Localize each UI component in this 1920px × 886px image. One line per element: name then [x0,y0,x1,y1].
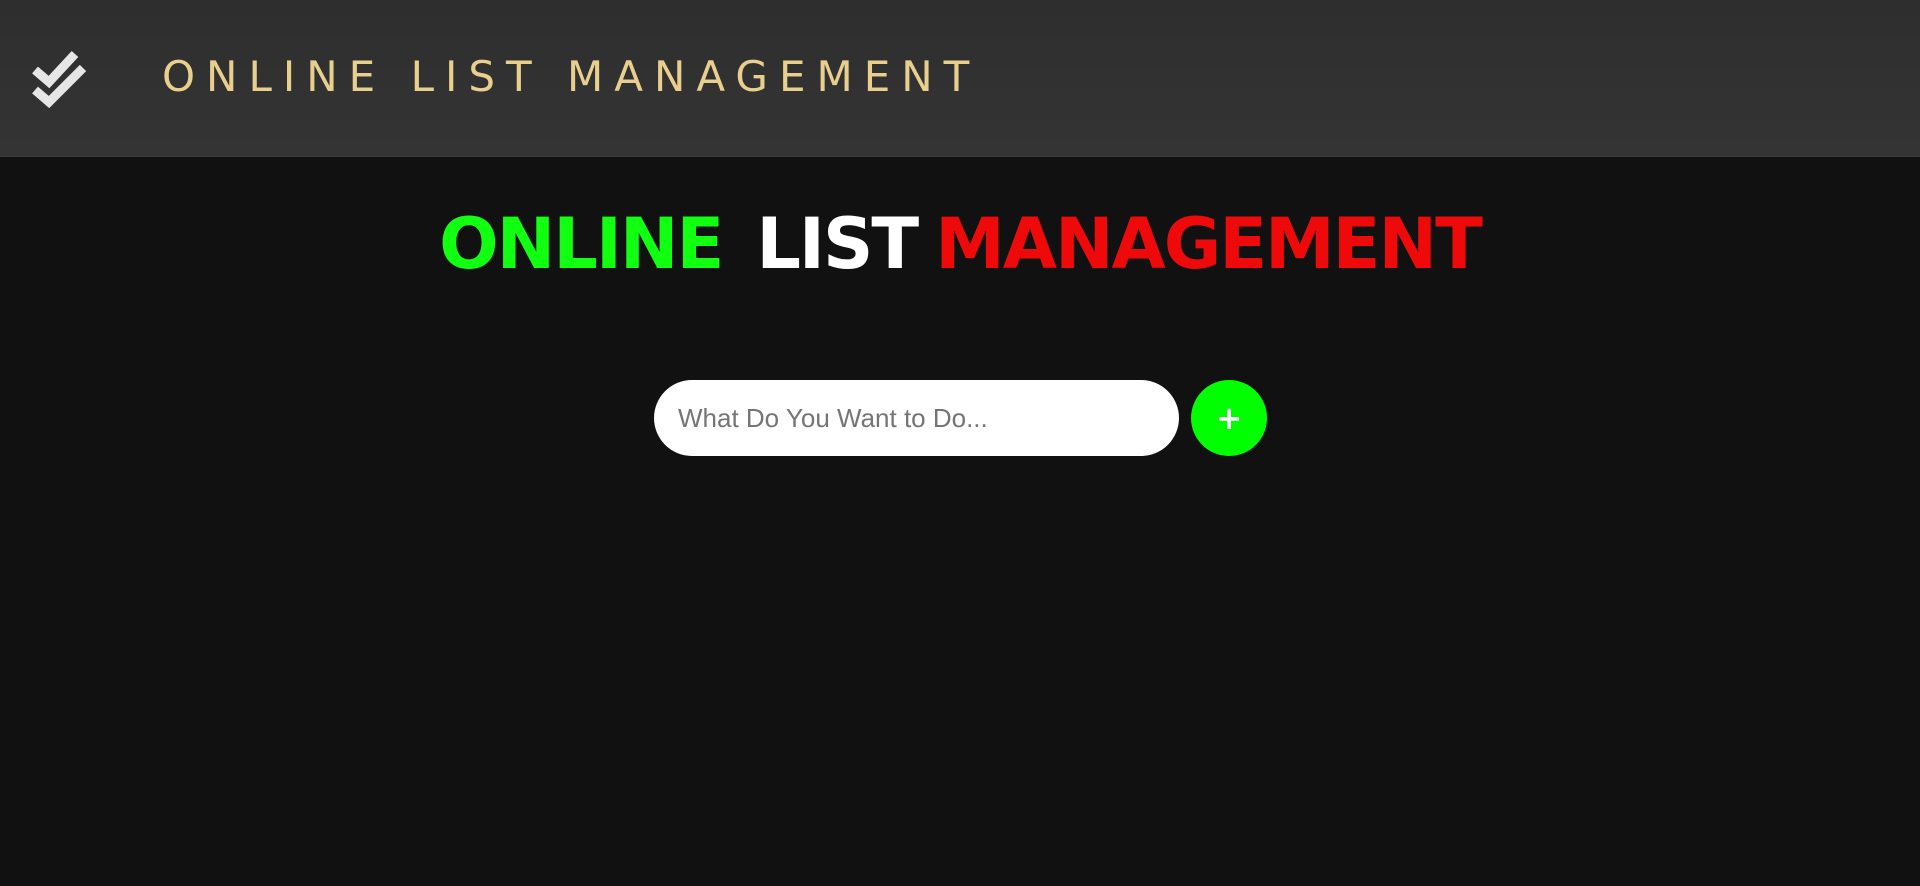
main-content: ONLINE LISTMANAGEMENT + [0,157,1920,886]
title-word-online: ONLINE [439,203,724,285]
brand-title[interactable]: ONLINE LIST MANAGEMENT [162,50,980,104]
title-word-list: LIST [756,203,919,285]
page-title: ONLINE LIST MANAGEMENT [0,199,1920,289]
double-check-icon[interactable] [29,48,91,110]
top-navbar: ONLINE LIST MANAGEMENT [0,0,1920,157]
add-task-button[interactable]: + [1191,380,1267,456]
task-input[interactable] [654,380,1179,456]
title-word-management: MANAGEMENT [935,203,1483,285]
add-task-form: + [654,380,1267,456]
